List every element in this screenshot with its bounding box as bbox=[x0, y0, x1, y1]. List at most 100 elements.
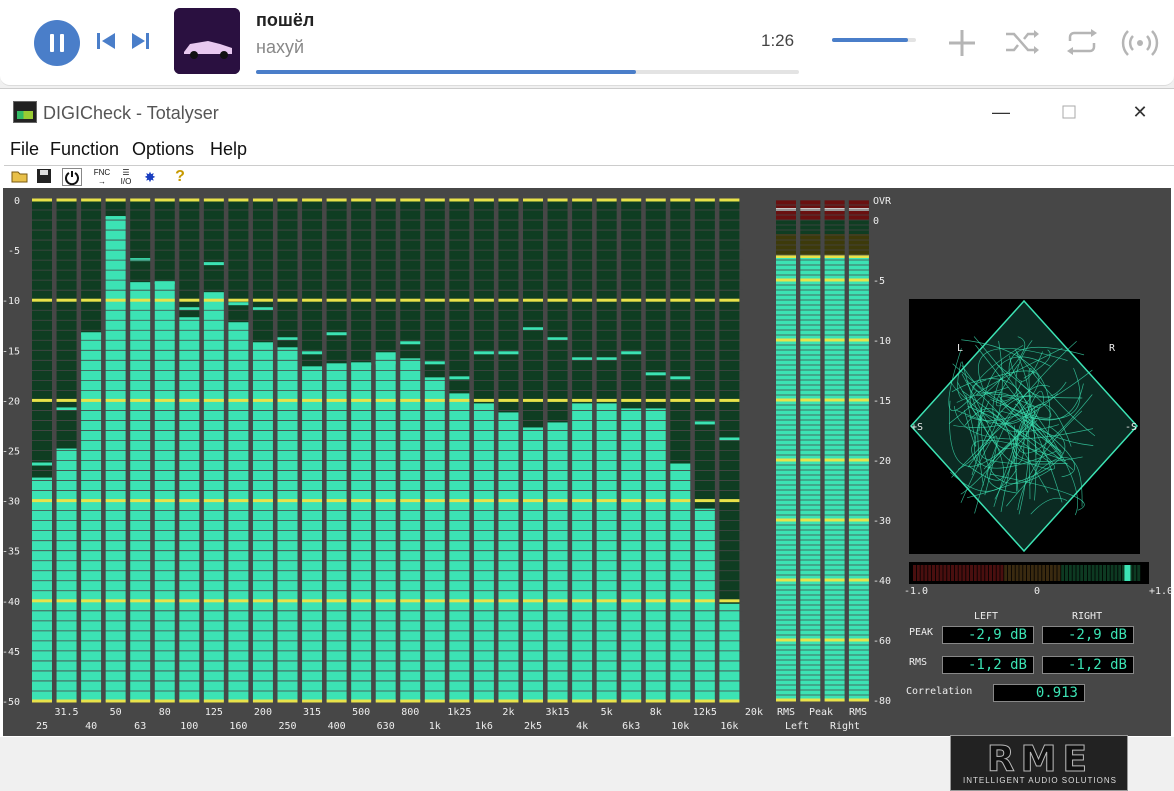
level-reference-mark bbox=[776, 338, 796, 342]
reference-mark bbox=[424, 599, 445, 603]
level-reference-mark bbox=[800, 698, 821, 702]
band-peak-marker bbox=[130, 258, 151, 262]
reference-mark bbox=[596, 198, 617, 202]
band-peak-marker bbox=[56, 407, 77, 411]
corr-label-mid: 0 bbox=[1034, 586, 1041, 597]
level-reference-mark bbox=[776, 638, 796, 642]
y-tick-label: -25 bbox=[3, 447, 20, 458]
reference-mark bbox=[32, 298, 52, 302]
warning-zone bbox=[800, 234, 821, 258]
progress-bar[interactable] bbox=[256, 70, 799, 74]
correlation-segment bbox=[1110, 565, 1114, 581]
io-icon[interactable]: ☰ I/O bbox=[116, 168, 136, 186]
level-reference-mark bbox=[824, 698, 845, 702]
reference-mark bbox=[645, 599, 666, 603]
reference-mark bbox=[547, 198, 568, 202]
next-track-icon[interactable] bbox=[130, 32, 152, 50]
reference-mark bbox=[498, 499, 519, 503]
band-label-top: 500 bbox=[352, 707, 370, 718]
reference-mark bbox=[154, 599, 175, 603]
band-level-bar bbox=[547, 422, 568, 701]
menu-bar: File Function Options Help bbox=[0, 137, 1174, 163]
band-level-bar bbox=[32, 477, 52, 701]
reference-mark bbox=[105, 398, 126, 402]
level-scale-label: -20 bbox=[873, 456, 891, 467]
power-icon[interactable] bbox=[62, 168, 82, 186]
reference-mark bbox=[277, 298, 298, 302]
volume-slider[interactable] bbox=[832, 38, 916, 42]
correlation-segment bbox=[1038, 565, 1042, 581]
pause-button[interactable] bbox=[34, 20, 80, 66]
add-icon[interactable] bbox=[946, 27, 978, 59]
maximize-button[interactable] bbox=[1046, 99, 1092, 125]
y-tick-label: -45 bbox=[3, 647, 20, 658]
bug-icon[interactable]: ✸ bbox=[140, 168, 160, 186]
track-title[interactable]: пошёл bbox=[256, 10, 314, 31]
correlation-segment bbox=[996, 565, 1000, 581]
band-peak-marker bbox=[326, 332, 347, 336]
correlation-segment bbox=[992, 565, 996, 581]
help-icon[interactable]: ? bbox=[170, 168, 190, 186]
reference-mark bbox=[81, 699, 102, 703]
y-tick-label: -40 bbox=[3, 597, 20, 608]
previous-track-icon[interactable] bbox=[96, 32, 118, 50]
warning-zone bbox=[848, 234, 869, 258]
shuffle-icon[interactable] bbox=[1004, 28, 1040, 56]
reference-mark bbox=[302, 198, 323, 202]
reference-mark bbox=[449, 298, 470, 302]
menu-file[interactable]: File bbox=[10, 139, 39, 160]
reference-mark bbox=[326, 298, 347, 302]
save-icon[interactable] bbox=[34, 168, 54, 186]
track-artist[interactable]: нахуй bbox=[256, 37, 304, 58]
band-peak-marker bbox=[32, 462, 52, 466]
reference-mark bbox=[375, 298, 396, 302]
reference-mark bbox=[326, 699, 347, 703]
reference-mark bbox=[56, 398, 77, 402]
reference-mark bbox=[572, 398, 593, 402]
close-button[interactable]: ✕ bbox=[1117, 99, 1163, 125]
band-label-bottom: 1k bbox=[429, 721, 441, 732]
band-level-bar bbox=[228, 322, 249, 701]
correlation-segment bbox=[1061, 565, 1065, 581]
level-scale-label: -80 bbox=[873, 696, 891, 707]
reference-mark bbox=[326, 599, 347, 603]
menu-help[interactable]: Help bbox=[210, 139, 247, 160]
reference-mark bbox=[56, 599, 77, 603]
album-cover[interactable] bbox=[174, 8, 240, 74]
band-label-top: 20k bbox=[745, 707, 763, 718]
band-label-top: 5k bbox=[601, 707, 613, 718]
correlation-segment bbox=[1076, 565, 1080, 581]
band-peak-marker bbox=[547, 337, 568, 341]
menu-function[interactable]: Function bbox=[50, 139, 119, 160]
band-peak-marker bbox=[277, 337, 298, 341]
reference-mark bbox=[694, 198, 715, 202]
menu-options[interactable]: Options bbox=[132, 139, 194, 160]
minimize-button[interactable]: — bbox=[978, 99, 1024, 125]
reference-mark bbox=[694, 298, 715, 302]
y-tick-label: -50 bbox=[3, 697, 20, 708]
reference-mark bbox=[621, 198, 642, 202]
reference-mark bbox=[351, 699, 372, 703]
reference-mark bbox=[81, 499, 102, 503]
reference-mark bbox=[694, 499, 715, 503]
broadcast-icon[interactable] bbox=[1120, 27, 1160, 59]
reference-mark bbox=[326, 198, 347, 202]
fnc-icon[interactable]: FNC → bbox=[92, 168, 112, 186]
reference-mark bbox=[32, 699, 52, 703]
reference-mark bbox=[547, 699, 568, 703]
open-icon[interactable] bbox=[10, 168, 30, 186]
title-bar[interactable]: DIGICheck - Totalyser — ✕ bbox=[0, 89, 1174, 135]
band-level-bar bbox=[621, 408, 642, 701]
band-level-bar bbox=[81, 333, 102, 701]
reference-mark bbox=[252, 298, 273, 302]
reference-mark bbox=[424, 699, 445, 703]
reference-mark bbox=[473, 699, 494, 703]
y-tick-label: -35 bbox=[3, 547, 20, 558]
reference-mark bbox=[547, 499, 568, 503]
reference-mark bbox=[621, 699, 642, 703]
repeat-icon[interactable] bbox=[1064, 27, 1100, 57]
reference-mark bbox=[400, 298, 421, 302]
band-label-top: 315 bbox=[303, 707, 321, 718]
level-label-top: RMS bbox=[777, 707, 795, 718]
reference-mark bbox=[400, 398, 421, 402]
